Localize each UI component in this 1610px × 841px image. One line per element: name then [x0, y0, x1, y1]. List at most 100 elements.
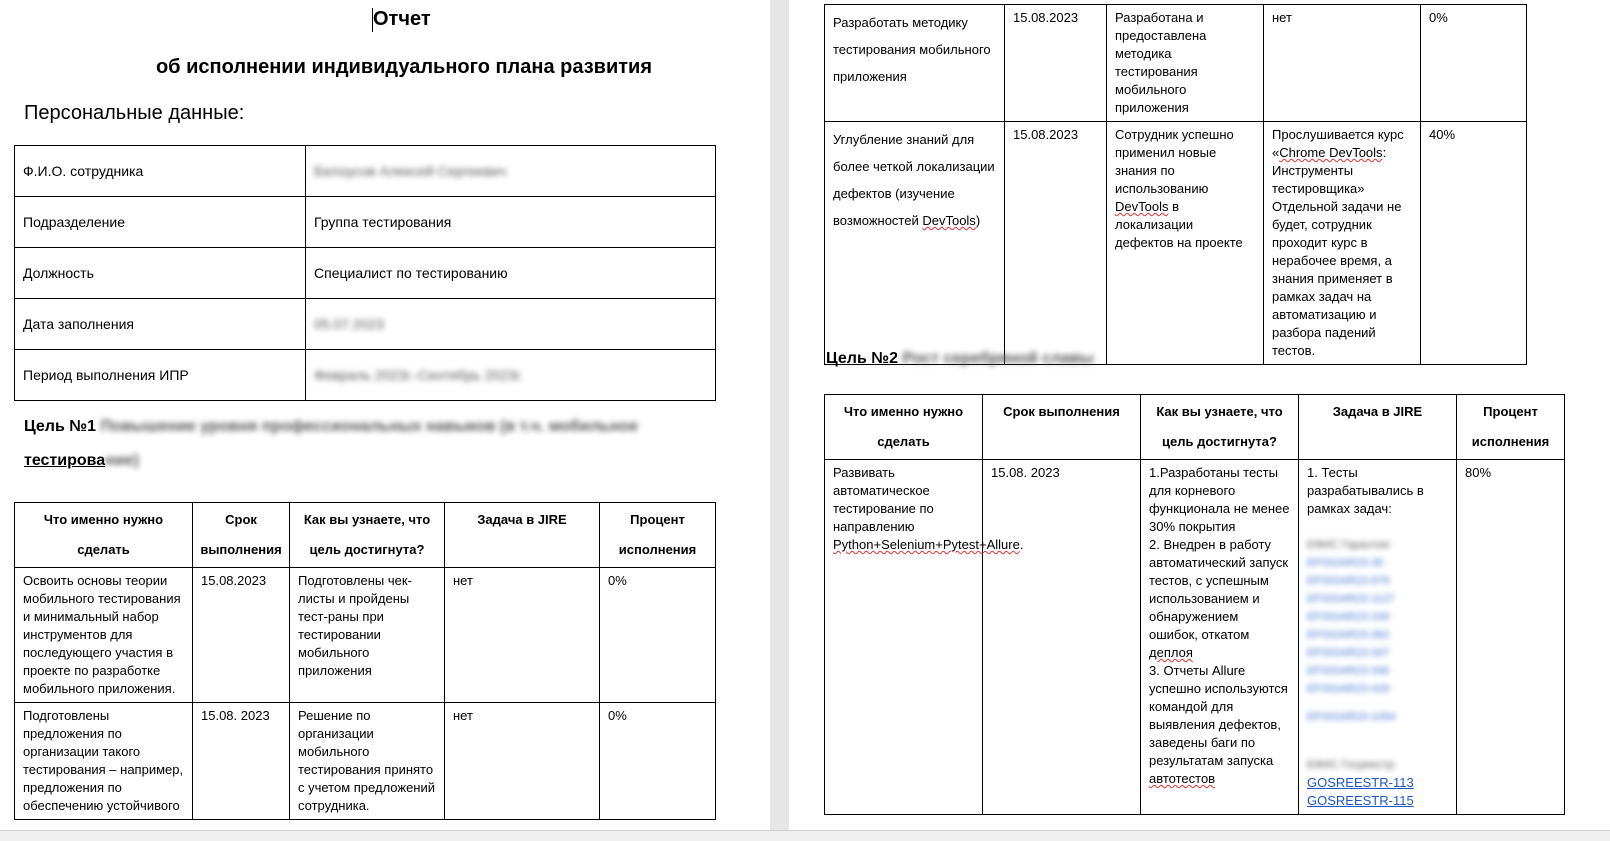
status-bar [0, 830, 1610, 841]
cell-how: Разработана и предоставлена методика тес… [1106, 4, 1264, 122]
cell-deadline: 15.08.2023 [1004, 4, 1107, 122]
criterion-3: 3. Отчеты Allure успешно используются ко… [1149, 662, 1290, 788]
devtools-term: DevTools [922, 213, 976, 228]
cell-deadline: 15.08. 2023 [192, 702, 290, 820]
jira-link[interactable]: EFISGAR23-346 [1307, 662, 1448, 680]
report-subtitle: об исполнении индивидуального плана разв… [155, 56, 653, 78]
deploy-term: деплоя [1149, 645, 1193, 660]
cell-percent: 0% [599, 567, 716, 703]
jira-link[interactable]: EFISGAR23-979 [1307, 572, 1448, 590]
header-percent: Процент исполнения [599, 502, 716, 568]
cell-percent: 40% [1420, 121, 1527, 365]
cell-how: Сотрудник успешно применил новые знания … [1106, 121, 1264, 365]
personal-value-name: Белоусов Алексей Сергеевич [305, 145, 716, 197]
cell-what-text: Развивать автоматическое тестирование по… [833, 465, 934, 534]
cell-percent: 80% [1456, 459, 1565, 815]
jira-link[interactable]: GOSREESTR-113 [1307, 774, 1448, 792]
chrome-devtools-term: Chrome DevTools [1279, 145, 1383, 160]
cell-jira: нет [444, 702, 600, 820]
cell-jira: нет [444, 567, 600, 703]
table-row: Ф.И.О. сотрудника Белоусов Алексей Серге… [14, 145, 716, 197]
jira-link[interactable]: GOSREESTR-115 [1307, 792, 1448, 810]
goal-1-visible-tail: тестирова [24, 452, 106, 469]
personal-value-date: 05.07.2023 [305, 298, 716, 350]
criterion-3-text: 3. Отчеты Allure успешно используются ко… [1149, 663, 1288, 768]
table-row: Подготовлены предложения по организации … [14, 702, 716, 820]
cell-how: Подготовлены чек-листы и пройдены тест-р… [289, 567, 445, 703]
table-header-row: Что именно нужно сделать Срок выполнения… [14, 502, 716, 568]
personal-label-period: Период выполнения ИПР [14, 349, 306, 401]
cell-percent: 0% [599, 702, 716, 820]
cell-deadline: 15.08. 2023 [982, 459, 1141, 815]
personal-label-position: Должность [14, 247, 306, 299]
report-title: Отчет [373, 8, 431, 30]
autotests-term: автотестов [1149, 771, 1216, 786]
document-page-left[interactable]: Отчет об исполнении индивидуального план… [0, 0, 770, 830]
cell-how: 1.Разработаны тесты для корневого функци… [1140, 459, 1299, 815]
cell-jira: 1. Тесты разрабатывались в рамках задач:… [1298, 459, 1457, 815]
personal-data-label: Персональные данные: [24, 102, 245, 124]
goal-1-heading: Цель №1 Повышение уровня профессиональны… [24, 410, 664, 478]
jira-link[interactable]: EFISGAR23-1127 [1307, 590, 1448, 608]
cell-percent: 0% [1420, 4, 1527, 122]
header-how: Как вы узнаете, что цель достигнута? [1140, 394, 1299, 460]
goal-1-blurred-text: Повышение уровня профессиональных навыко… [100, 418, 639, 435]
jira-link[interactable]: EFISGAR23-362 [1307, 626, 1448, 644]
table-row: Подразделение Группа тестирования [14, 196, 716, 248]
jira-link[interactable]: EFISGAR23-249 [1307, 608, 1448, 626]
personal-label-department: Подразделение [14, 196, 306, 248]
personal-label-name: Ф.И.О. сотрудника [14, 145, 306, 197]
table-header-row: Что именно нужно сделать Срок выполнения… [824, 394, 1565, 460]
cell-deadline: 15.08.2023 [1004, 121, 1107, 365]
header-deadline: Срок выполнения [982, 394, 1141, 460]
jira-intro: 1. Тесты разрабатывались в рамках задач: [1307, 465, 1424, 516]
cell-deadline: 15.08.2023 [192, 567, 290, 703]
goal-1-blurred-end: ние) [105, 452, 139, 469]
page-gap [770, 0, 789, 840]
personal-value-position: Специалист по тестированию [305, 247, 716, 299]
blurred-date: 05.07.2023 [314, 316, 385, 332]
jira-link[interactable]: EFISGAR23-347 [1307, 644, 1448, 662]
criterion-2: 2. Внедрен в работу автоматический запус… [1149, 536, 1290, 662]
cell-what: Подготовлены предложения по организации … [14, 702, 193, 820]
blurred-period: Февраль 2023г.-Сентябрь 2023г. [314, 367, 523, 383]
table-row: Разработать методику тестирования мобиль… [824, 4, 1527, 122]
criterion-1: 1.Разработаны тесты для корневого функци… [1149, 465, 1290, 534]
cell-jira: Прослушивается курс «Chrome DevTools: Ин… [1263, 121, 1421, 365]
goal-2-blurred-text: Рост серебряной славы [902, 350, 1094, 367]
table-row: Период выполнения ИПР Февраль 2023г.-Сен… [14, 349, 716, 401]
cell-what-end: ) [975, 213, 981, 228]
table-row: Углубление знаний для более четкой локал… [824, 121, 1527, 365]
jira-link[interactable]: EFISGAR23-1094 [1307, 708, 1448, 726]
jira-group-2-label: ЕФИС Госреестр: [1307, 759, 1397, 771]
jira-link[interactable]: EFISGAR23-429 [1307, 680, 1448, 698]
table-row: Дата заполнения 05.07.2023 [14, 298, 716, 350]
cell-how: Решение по организации мобильного тестир… [289, 702, 445, 820]
cell-what: Освоить основы теории мобильного тестиро… [14, 567, 193, 703]
criterion-2-text: 2. Внедрен в работу автоматический запус… [1149, 537, 1289, 642]
cell-what-end: . [1019, 537, 1024, 552]
goal-1-table: Что именно нужно сделать Срок выполнения… [14, 502, 716, 820]
cell-what: Углубление знаний для более четкой локал… [824, 121, 1005, 365]
cell-how-text: Сотрудник успешно применил новые знания … [1115, 127, 1234, 196]
cell-jira: нет [1263, 4, 1421, 122]
table-row: Освоить основы теории мобильного тестиро… [14, 567, 716, 703]
goal-2-prefix: Цель №2 [826, 350, 898, 367]
personal-label-date: Дата заполнения [14, 298, 306, 350]
header-jira: Задача в JIRE [444, 502, 600, 568]
stack-term: Python+Selenium+Pytest+Allure [833, 537, 1020, 552]
header-deadline: Срок выполнения [192, 502, 290, 568]
header-what: Что именно нужно сделать [824, 394, 983, 460]
cell-what: Развивать автоматическое тестирование по… [824, 459, 1023, 815]
personal-data-table: Ф.И.О. сотрудника Белоусов Алексей Серге… [14, 145, 716, 401]
table-row: Развивать автоматическое тестирование по… [824, 459, 1565, 815]
jira-link[interactable]: EFISGAR23-30 [1307, 554, 1448, 572]
table-row: Должность Специалист по тестированию [14, 247, 716, 299]
header-percent: Процент исполнения [1456, 394, 1565, 460]
header-jira: Задача в JIRE [1298, 394, 1457, 460]
goal-2-table: Что именно нужно сделать Срок выполнения… [824, 394, 1565, 815]
personal-value-period: Февраль 2023г.-Сентябрь 2023г. [305, 349, 716, 401]
